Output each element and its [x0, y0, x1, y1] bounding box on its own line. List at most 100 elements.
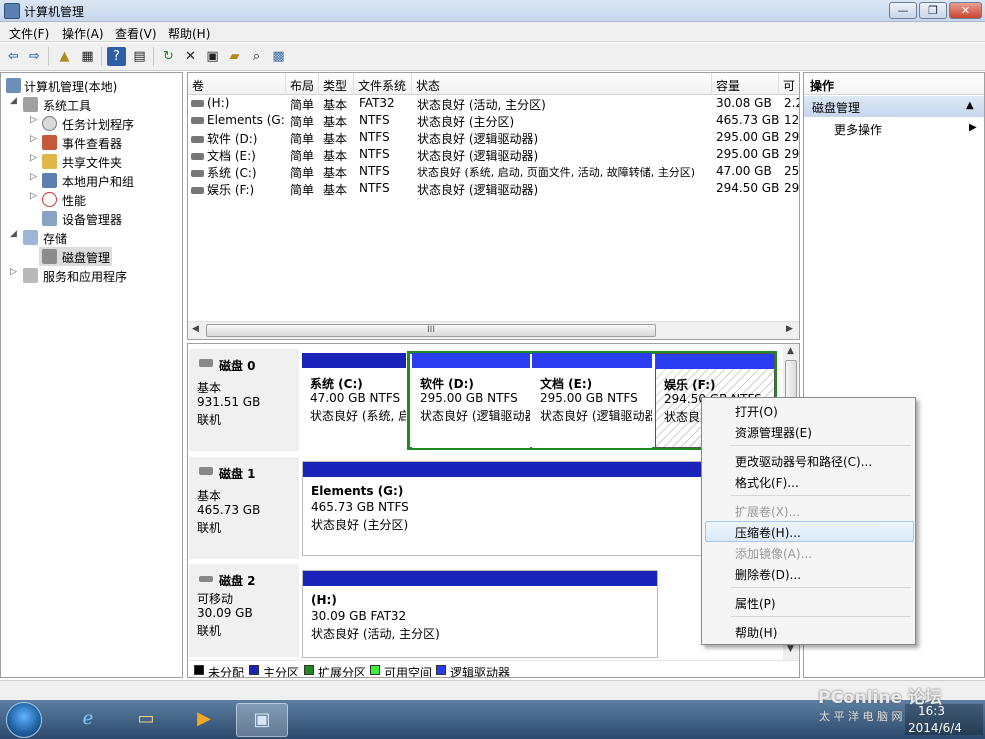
disk-1-info[interactable]: 磁盘 1 基本 465.73 GB 联机	[189, 457, 299, 560]
partition-name: 系统 (C:)	[310, 377, 363, 391]
menu-file[interactable]: 文件(F)	[9, 25, 49, 42]
partition-size: 465.73 GB NTFS	[311, 500, 409, 514]
tree-item-root[interactable]: 计算机管理(本地)	[1, 76, 182, 95]
menu-action[interactable]: 操作(A)	[62, 25, 104, 42]
column-header-filesystem[interactable]: 文件系统	[354, 73, 412, 95]
menu-item-format[interactable]: 格式化(F)...	[702, 471, 915, 492]
column-header-type[interactable]: 类型	[319, 73, 354, 95]
column-header-layout[interactable]: 布局	[286, 73, 319, 95]
properties-icon[interactable]: ▣	[203, 47, 222, 66]
close-button[interactable]: ✕	[949, 2, 982, 19]
partition-d[interactable]: 软件 (D:) 295.00 GB NTFS 状态良好 (逻辑驱动器	[412, 353, 530, 448]
volume-name: 文档 (E:)	[207, 149, 256, 163]
media-player-icon[interactable]: ▶	[178, 703, 230, 737]
tree-item-shared-folders[interactable]: ▷ 共享文件夹	[1, 152, 182, 171]
collapse-icon[interactable]: ◢	[10, 229, 17, 239]
scroll-left-icon[interactable]: ◀	[192, 324, 199, 334]
maximize-button[interactable]: ❐	[919, 2, 947, 19]
menu-item-change-drive-letter[interactable]: 更改驱动器号和路径(C)...	[702, 450, 915, 471]
scroll-down-icon[interactable]: ▼	[787, 644, 794, 654]
scroll-thumb[interactable]: III	[206, 324, 656, 337]
start-button[interactable]	[6, 702, 42, 738]
volume-name: (H:)	[207, 96, 230, 110]
expand-icon[interactable]: ▷	[30, 115, 37, 125]
table-row[interactable]: 文档 (E:) 简单 基本 NTFS 状态良好 (逻辑驱动器) 295.00 G…	[188, 146, 799, 163]
disk-0-info[interactable]: 磁盘 0 基本 931.51 GB 联机	[189, 349, 299, 452]
delete-icon[interactable]: ✕	[181, 47, 200, 66]
horizontal-scrollbar[interactable]: ◀ III ▶	[188, 321, 799, 339]
watermark-subtitle: 太 平 洋 电 脑 网	[819, 710, 903, 723]
table-row[interactable]: 系统 (C:) 简单 基本 NTFS 状态良好 (系统, 启动, 页面文件, 活…	[188, 163, 799, 180]
expand-icon[interactable]: ▷	[10, 267, 17, 277]
menu-view[interactable]: 查看(V)	[115, 25, 157, 42]
back-icon[interactable]: ⇦	[4, 47, 23, 66]
collapse-icon[interactable]: ◢	[10, 96, 17, 106]
expand-icon[interactable]: ▷	[30, 134, 37, 144]
actions-section-disk-management[interactable]: 磁盘管理 ▲	[804, 96, 984, 117]
tree-item-services[interactable]: ▷ 服务和应用程序	[1, 266, 182, 285]
column-header-free[interactable]: 可	[779, 73, 799, 95]
tree-item-local-users[interactable]: ▷ 本地用户和组	[1, 171, 182, 190]
volume-name: Elements (G:)	[207, 113, 286, 127]
tree-label: 事件查看器	[62, 137, 123, 151]
device-manager-icon	[42, 211, 57, 226]
disk-2-info[interactable]: 磁盘 2 可移动 30.09 GB 联机	[189, 564, 299, 658]
expand-icon[interactable]: ▷	[30, 172, 37, 182]
partition-e[interactable]: 文档 (E:) 295.00 GB NTFS 状态良好 (逻辑驱动器	[532, 353, 652, 448]
expand-icon[interactable]: ▷	[30, 191, 37, 201]
menu-item-open[interactable]: 打开(O)	[702, 400, 915, 421]
menu-help[interactable]: 帮助(H)	[168, 25, 210, 42]
filesystem-cell: FAT32	[359, 96, 395, 110]
free-cell: 2.2	[784, 96, 799, 110]
tree-item-event-viewer[interactable]: ▷ 事件查看器	[1, 133, 182, 152]
partition-h[interactable]: (H:) 30.09 GB FAT32 状态良好 (活动, 主分区)	[302, 570, 658, 658]
file-explorer-icon[interactable]: ▭	[120, 703, 172, 737]
scroll-right-icon[interactable]: ▶	[786, 324, 793, 334]
up-icon[interactable]: ▲	[55, 47, 74, 66]
tree-item-performance[interactable]: ▷ 性能	[1, 190, 182, 209]
minimize-button[interactable]: —	[889, 2, 917, 19]
users-icon	[42, 173, 57, 188]
menu-item-help[interactable]: 帮助(H)	[702, 621, 915, 642]
internet-explorer-icon[interactable]: ℯ	[62, 703, 114, 737]
computer-management-taskbar-icon[interactable]: ▣	[236, 703, 288, 737]
volume-name: 系统 (C:)	[207, 166, 257, 180]
tree-item-storage[interactable]: ◢ 存储	[1, 228, 182, 247]
scroll-thumb[interactable]	[785, 360, 797, 400]
table-row[interactable]: 娱乐 (F:) 简单 基本 NTFS 状态良好 (逻辑驱动器) 294.50 G…	[188, 180, 799, 197]
drive-icon	[191, 117, 204, 124]
more-actions-link[interactable]: 更多操作	[834, 121, 882, 138]
submenu-arrow-icon: ▶	[969, 122, 977, 133]
column-header-status[interactable]: 状态	[412, 73, 712, 95]
menu-item-delete-volume[interactable]: 删除卷(D)...	[702, 563, 915, 584]
open-icon[interactable]: ▰	[225, 47, 244, 66]
scroll-up-icon[interactable]: ▲	[787, 346, 794, 356]
refresh-icon[interactable]: ↻	[159, 47, 178, 66]
tree-item-device-manager[interactable]: 设备管理器	[1, 209, 182, 228]
console-tree-icon[interactable]: ▦	[78, 47, 97, 66]
collapse-section-icon[interactable]: ▲	[966, 100, 974, 111]
column-header-capacity[interactable]: 容量	[712, 73, 779, 95]
table-row[interactable]: Elements (G:) 简单 基本 NTFS 状态良好 (主分区) 465.…	[188, 112, 799, 129]
search-icon[interactable]: ⌕	[247, 47, 266, 66]
table-row[interactable]: (H:) 简单 基本 FAT32 状态良好 (活动, 主分区) 30.08 GB…	[188, 95, 799, 112]
legend-swatch-unallocated	[194, 665, 204, 675]
clock-time[interactable]: 16:3	[918, 704, 945, 718]
tree-item-task-scheduler[interactable]: ▷ 任务计划程序	[1, 114, 182, 133]
layout-cell: 简单	[290, 149, 315, 163]
expand-icon[interactable]: ▷	[30, 153, 37, 163]
column-header-volume[interactable]: 卷	[188, 73, 286, 95]
forward-icon[interactable]: ⇨	[25, 47, 44, 66]
help-icon[interactable]: ?	[107, 47, 126, 66]
partition-c[interactable]: 系统 (C:) 47.00 GB NTFS 状态良好 (系统, 启	[302, 353, 406, 448]
view-icon[interactable]: ▤	[130, 47, 149, 66]
tree-item-disk-management[interactable]: 磁盘管理	[39, 247, 112, 266]
disk-icon[interactable]: ▩	[269, 47, 288, 66]
clock-date[interactable]: 2014/6/4	[908, 721, 962, 735]
drive-icon	[191, 187, 204, 194]
tree-item-system-tools[interactable]: ◢ 系统工具	[1, 95, 182, 114]
menu-item-explorer[interactable]: 资源管理器(E)	[702, 421, 915, 442]
menu-item-shrink-volume[interactable]: 压缩卷(H)...	[702, 521, 915, 542]
menu-item-properties[interactable]: 属性(P)	[702, 592, 915, 613]
table-row[interactable]: 软件 (D:) 简单 基本 NTFS 状态良好 (逻辑驱动器) 295.00 G…	[188, 129, 799, 146]
